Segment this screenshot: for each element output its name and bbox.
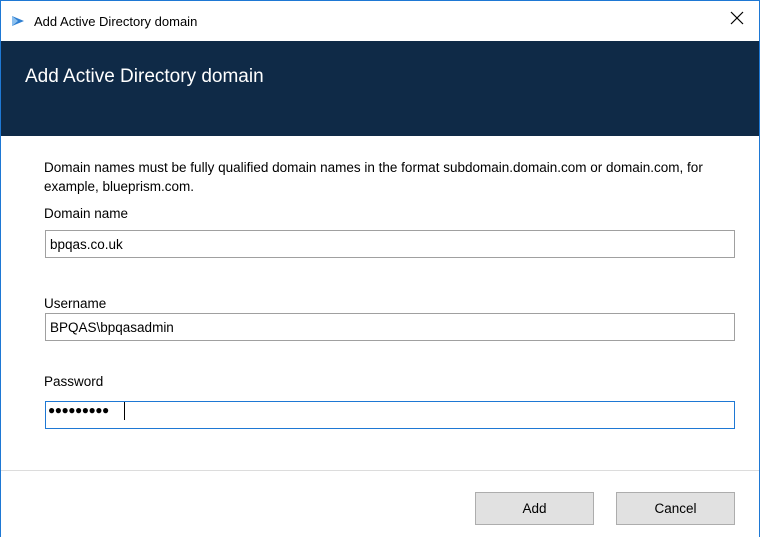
cancel-button[interactable]: Cancel [616,492,735,525]
add-button[interactable]: Add [475,492,594,525]
dialog-content: Domain names must be fully qualified dom… [1,136,759,471]
password-masked-value: ●●●●●●●●● [48,403,109,417]
domain-name-input[interactable] [45,230,735,258]
domain-name-label: Domain name [44,206,129,221]
window-title: Add Active Directory domain [34,14,198,29]
text-caret [124,402,125,420]
app-icon [11,14,25,28]
dialog-window: Add Active Directory domain Add Active D… [0,0,760,538]
password-input[interactable] [45,401,735,429]
dialog-footer: Add Cancel [1,471,759,538]
username-input[interactable] [45,313,735,341]
dialog-header: Add Active Directory domain [1,41,759,136]
close-icon[interactable] [730,11,744,30]
header-title: Add Active Directory domain [25,66,264,87]
password-label: Password [44,374,104,389]
close-button[interactable] [715,1,759,39]
title-bar: Add Active Directory domain [1,1,759,41]
description-text: Domain names must be fully qualified dom… [44,160,703,194]
username-label: Username [44,296,107,311]
